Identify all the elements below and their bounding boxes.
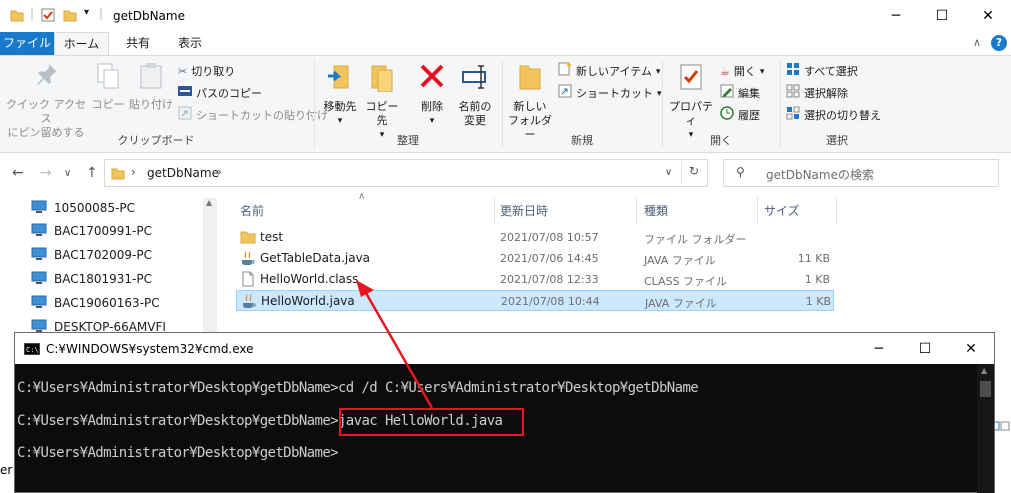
left-edge-text-fragment: er <box>0 463 13 477</box>
annotation-arrow <box>356 280 434 409</box>
